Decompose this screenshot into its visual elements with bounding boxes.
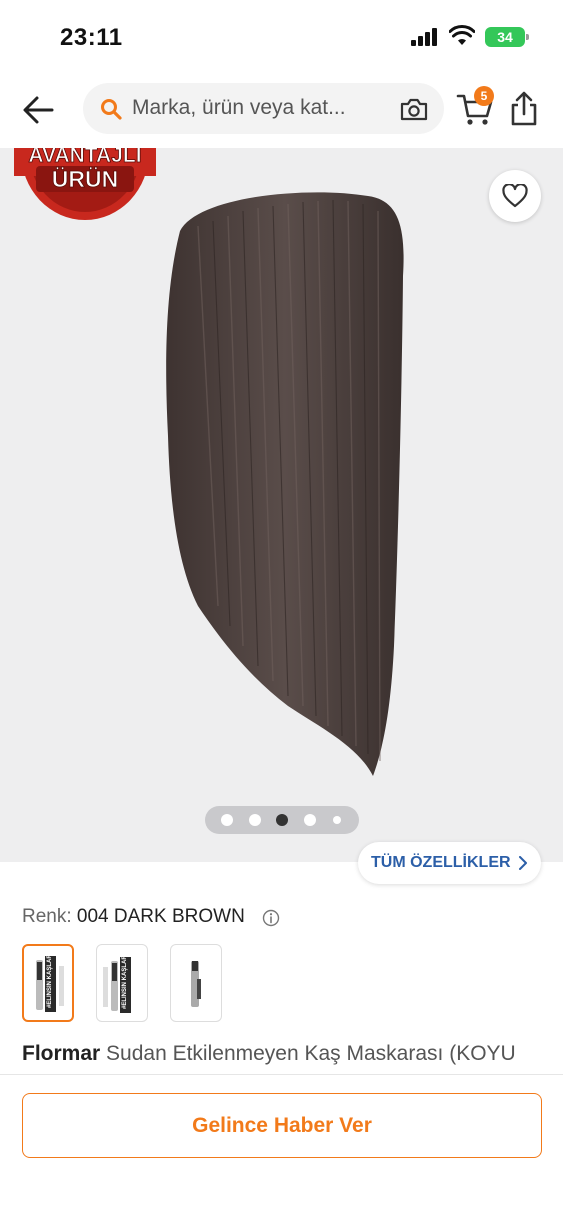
page-dot[interactable] [249, 814, 261, 826]
product-name: Sudan Etkilenmeyen Kaş Maskarası (KOYU [106, 1042, 516, 1065]
mascara-swatch-image [166, 192, 404, 776]
page-dot-active[interactable] [276, 814, 288, 826]
svg-text:#ELINSIN KAŞLAR: #ELINSIN KAŞLAR [122, 955, 128, 1009]
status-time: 23:11 [60, 24, 123, 51]
page-dot[interactable] [333, 816, 341, 824]
page-dot[interactable] [221, 814, 233, 826]
brand-name[interactable]: Flormar [22, 1042, 100, 1065]
notify-button-label: Gelince Haber Ver [192, 1114, 372, 1137]
search-icon [101, 99, 122, 120]
gallery-pagination[interactable] [205, 806, 359, 834]
battery-indicator: 34 [485, 27, 529, 47]
cellular-signal-icon [411, 28, 439, 46]
color-selection: Renk: 004 DARK BROWN [22, 906, 245, 928]
badge-line1: AVANTAJLI [28, 148, 141, 167]
color-value: 004 DARK BROWN [76, 906, 245, 927]
advantage-product-badge: AVANTAJLI ÜRÜN [14, 148, 156, 220]
svg-text:#ELINSIN KAŞLAR: #ELINSIN KAŞLAR [47, 954, 53, 1008]
wifi-icon [449, 25, 475, 45]
info-icon[interactable] [262, 909, 280, 927]
notify-when-available-button[interactable]: Gelince Haber Ver [22, 1093, 542, 1158]
favorite-button[interactable] [489, 170, 541, 222]
variant-product-image [191, 961, 201, 1007]
variant-product-image: #ELINSIN KAŞLAR [103, 955, 131, 1013]
product-detail-page: 23:11 34 Marka, ürün veya kat... 5 AVANT… [0, 0, 563, 1219]
page-dot[interactable] [304, 814, 316, 826]
back-arrow-icon[interactable] [18, 90, 60, 130]
badge-line2: ÜRÜN [52, 166, 118, 192]
search-input[interactable]: Marka, ürün veya kat... [132, 96, 346, 120]
cart-count-badge: 5 [474, 86, 494, 106]
search-bar[interactable]: Marka, ürün veya kat... [83, 83, 444, 134]
product-title: Flormar Sudan Etkilenmeyen Kaş Maskarası… [22, 1042, 516, 1066]
heart-icon [502, 184, 528, 208]
variant-product-image: #ELINSIN KAŞLAR [36, 954, 64, 1012]
chevron-right-icon [519, 856, 527, 870]
color-variant-thumbnail[interactable] [170, 944, 222, 1022]
all-features-label: TÜM ÖZELLİKLER [371, 854, 511, 871]
color-label: Renk: [22, 906, 72, 927]
all-features-button[interactable]: TÜM ÖZELLİKLER [358, 842, 541, 884]
color-variant-thumbnail[interactable]: #ELINSIN KAŞLAR [22, 944, 74, 1022]
camera-search-icon[interactable] [399, 95, 429, 123]
divider [0, 1074, 563, 1075]
product-image-gallery[interactable]: AVANTAJLI ÜRÜN [0, 148, 563, 862]
color-variant-thumbnail[interactable]: #ELINSIN KAŞLAR [96, 944, 148, 1022]
status-bar: 23:11 34 [0, 0, 563, 76]
share-icon[interactable] [508, 90, 540, 128]
